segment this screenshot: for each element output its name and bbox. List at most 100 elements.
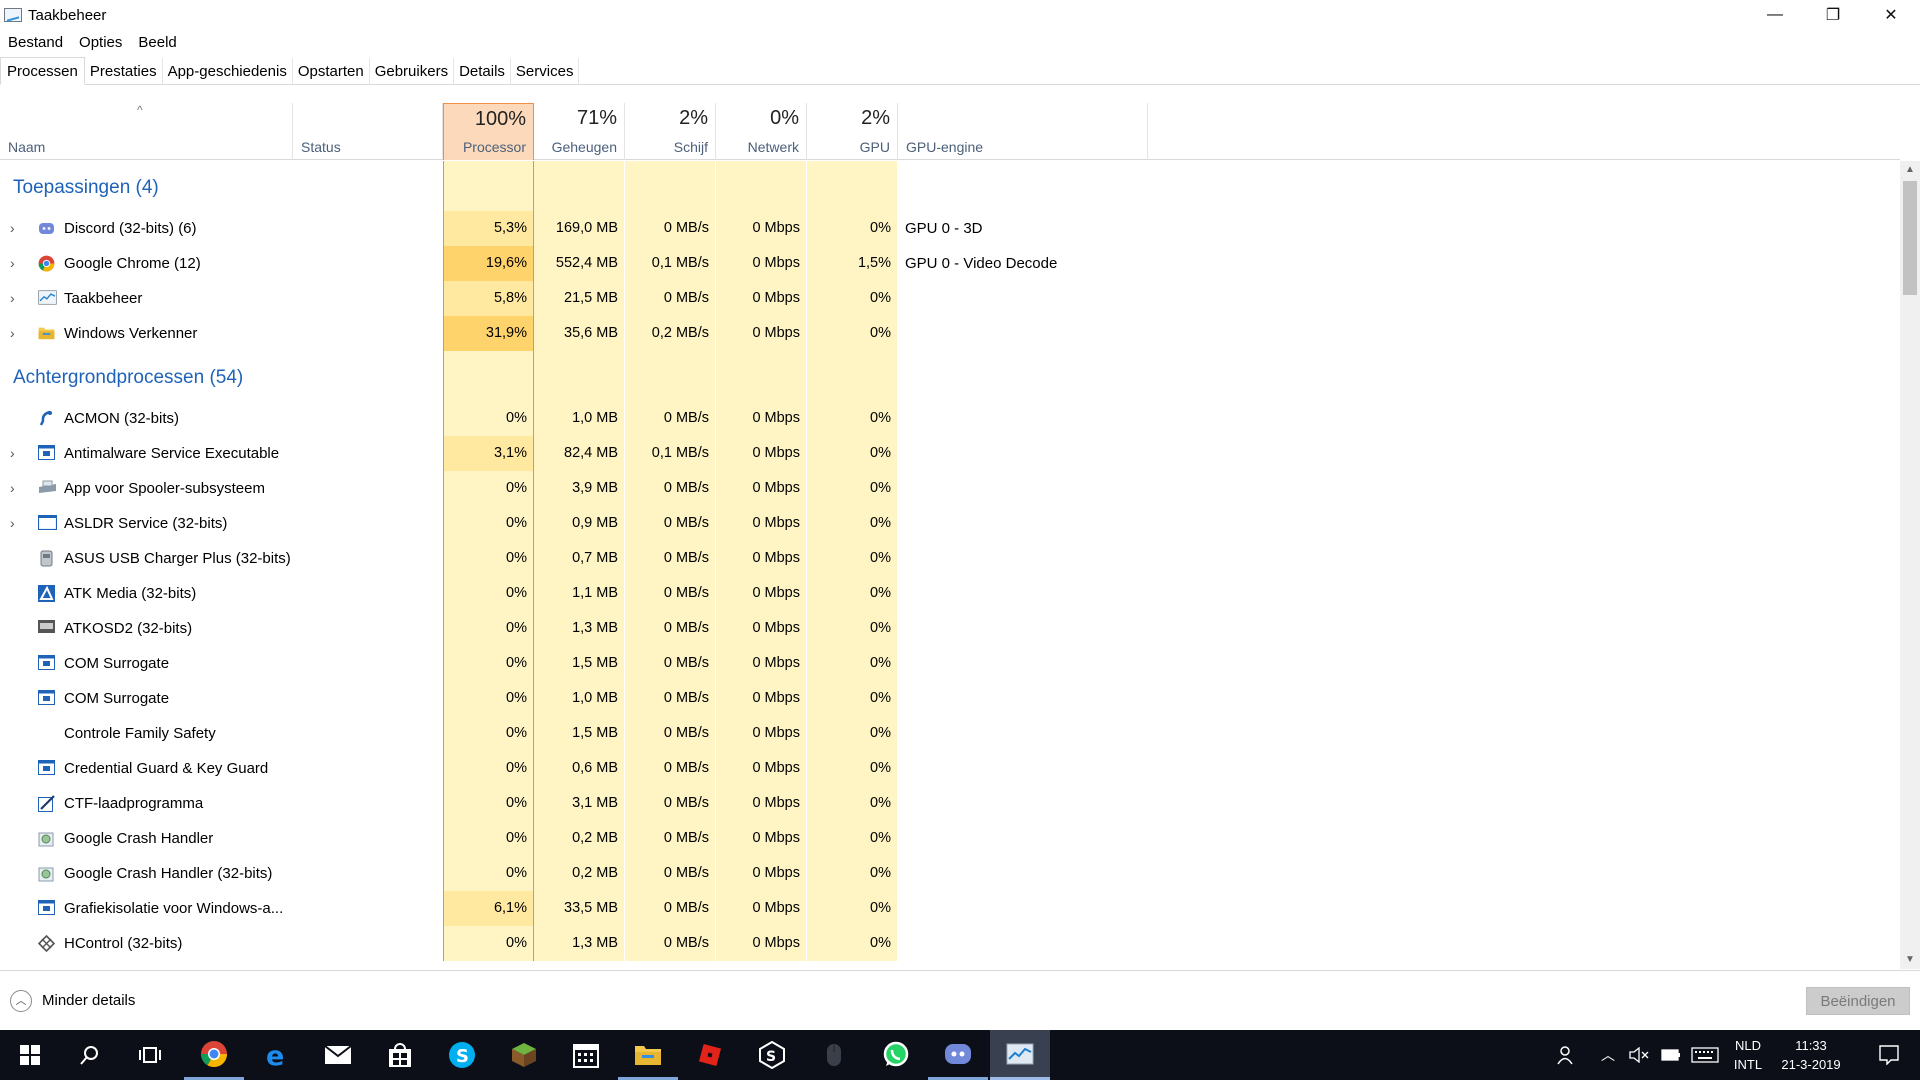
footer-bar: ︿ Minder details Beëindigen bbox=[0, 970, 1920, 1030]
menu-bestand[interactable]: Bestand bbox=[0, 34, 71, 51]
atk-media-icon bbox=[38, 585, 55, 602]
process-row[interactable]: › Discord (32-bits) (6) 5,3% 169,0 MB 0 MB/s… bbox=[0, 211, 1900, 246]
process-name: HControl (32-bits) bbox=[64, 935, 183, 952]
column-header-geheugen[interactable]: 71% Geheugen bbox=[534, 103, 625, 160]
notification-icon[interactable] bbox=[1866, 1030, 1912, 1080]
process-row[interactable]: ATKOSD2 (32-bits) 0% 1,3 MB 0 MB/s 0 Mbps 0% bbox=[0, 611, 1900, 646]
cryptic-app-icon[interactable]: S bbox=[742, 1030, 802, 1080]
process-cpu: 6,1% bbox=[493, 900, 527, 916]
system-clock[interactable]: 11:33 21-3-2019 bbox=[1774, 1036, 1848, 1074]
battery-icon[interactable] bbox=[1656, 1030, 1686, 1080]
tab-services[interactable]: Services bbox=[511, 58, 580, 84]
tab-opstarten[interactable]: Opstarten bbox=[293, 58, 370, 84]
process-cpu: 0% bbox=[506, 515, 527, 531]
scrollbar-thumb[interactable] bbox=[1903, 181, 1917, 295]
keyboard-icon[interactable] bbox=[1688, 1030, 1722, 1080]
process-row[interactable]: › Antimalware Service Executable 3,1% 82,4 … bbox=[0, 436, 1900, 471]
skype-icon[interactable]: S bbox=[432, 1030, 492, 1080]
vertical-scrollbar[interactable]: ▲ ▼ bbox=[1900, 161, 1920, 969]
scroll-down-icon[interactable]: ▼ bbox=[1900, 951, 1920, 969]
expand-chevron-icon[interactable]: › bbox=[10, 316, 15, 351]
chevron-up-icon[interactable]: ︿ bbox=[1596, 1030, 1620, 1080]
column-header-name[interactable]: ^ Naam bbox=[0, 103, 293, 160]
process-row[interactable]: CTF-laadprogramma 0% 3,1 MB 0 MB/s 0 Mbps 0% bbox=[0, 786, 1900, 821]
process-row[interactable]: › Windows Verkenner 31,9% 35,6 MB 0,2 MB/s 0 … bbox=[0, 316, 1900, 351]
process-row[interactable]: ATK Media (32-bits) 0% 1,1 MB 0 MB/s 0 Mbps 0… bbox=[0, 576, 1900, 611]
column-header-row: ^ Naam Status 100% Processor 71% Geheuge… bbox=[0, 103, 1900, 160]
process-row[interactable]: ASUS USB Charger Plus (32-bits) 0% 0,7 MB 0… bbox=[0, 541, 1900, 576]
folder-icon bbox=[38, 325, 55, 342]
process-row[interactable]: › App voor Spooler-subsysteem 0% 3,9 MB 0 MB… bbox=[0, 471, 1900, 506]
tab-prestaties[interactable]: Prestaties bbox=[85, 58, 163, 84]
process-row[interactable]: COM Surrogate 0% 1,0 MB 0 MB/s 0 Mbps 0% bbox=[0, 681, 1900, 716]
process-row[interactable]: Credential Guard & Key Guard 0% 0,6 MB 0 MB… bbox=[0, 751, 1900, 786]
restore-button[interactable]: ❐ bbox=[1804, 0, 1862, 30]
process-disk: 0 MB/s bbox=[663, 550, 709, 566]
roblox-icon[interactable] bbox=[680, 1030, 740, 1080]
process-row[interactable]: COM Surrogate 0% 1,5 MB 0 MB/s 0 Mbps 0% bbox=[0, 646, 1900, 681]
chrome-icon[interactable] bbox=[184, 1030, 244, 1080]
edge-icon[interactable]: e bbox=[246, 1030, 306, 1080]
column-header-processor[interactable]: 100% Processor bbox=[443, 103, 534, 160]
process-row[interactable]: › Taakbeheer 5,8% 21,5 MB 0 MB/s 0 Mbps 0% bbox=[0, 281, 1900, 316]
tab-processen[interactable]: Processen bbox=[0, 57, 85, 85]
expand-chevron-icon[interactable]: › bbox=[10, 471, 15, 506]
expand-chevron-icon[interactable]: › bbox=[10, 281, 15, 316]
task-view-icon[interactable] bbox=[120, 1030, 180, 1080]
taskmanager-icon[interactable] bbox=[990, 1030, 1050, 1080]
process-row[interactable]: Grafiekisolatie voor Windows-a... 6,1% 33,… bbox=[0, 891, 1900, 926]
search-icon[interactable] bbox=[60, 1030, 120, 1080]
volume-muted-icon[interactable] bbox=[1624, 1030, 1654, 1080]
process-row[interactable]: Google Crash Handler 0% 0,2 MB 0 MB/s 0 Mbps… bbox=[0, 821, 1900, 856]
sort-ascending-icon: ^ bbox=[137, 103, 143, 117]
process-gpu: 0% bbox=[870, 515, 891, 531]
whatsapp-icon[interactable] bbox=[866, 1030, 926, 1080]
group-header[interactable]: Achtergrondprocessen (54) bbox=[0, 351, 1900, 401]
people-icon[interactable] bbox=[1552, 1030, 1582, 1080]
process-gpu: 0% bbox=[870, 585, 891, 601]
menu-beeld[interactable]: Beeld bbox=[130, 34, 184, 51]
expand-chevron-icon[interactable]: › bbox=[10, 436, 15, 471]
menu-opties[interactable]: Opties bbox=[71, 34, 130, 51]
process-row[interactable]: ACMON (32-bits) 0% 1,0 MB 0 MB/s 0 Mbps 0% bbox=[0, 401, 1900, 436]
mail-icon[interactable] bbox=[308, 1030, 368, 1080]
less-details-link[interactable]: Minder details bbox=[42, 992, 135, 1009]
expand-chevron-icon[interactable]: › bbox=[10, 211, 15, 246]
process-row[interactable]: › ASLDR Service (32-bits) 0% 0,9 MB 0 MB/s 0 … bbox=[0, 506, 1900, 541]
tab-gebruikers[interactable]: Gebruikers bbox=[370, 58, 455, 84]
column-header-status[interactable]: Status bbox=[293, 103, 443, 160]
tab-app-geschiedenis[interactable]: App-geschiedenis bbox=[163, 58, 293, 84]
process-row[interactable]: Google Crash Handler (32-bits) 0% 0,2 MB 0 … bbox=[0, 856, 1900, 891]
file-explorer-icon[interactable] bbox=[618, 1030, 678, 1080]
process-name: COM Surrogate bbox=[64, 690, 170, 707]
mouse-icon[interactable] bbox=[804, 1030, 864, 1080]
column-header-gpu-engine[interactable]: GPU-engine bbox=[898, 103, 1148, 160]
column-header-gpu[interactable]: 2% GPU bbox=[807, 103, 898, 160]
close-button[interactable]: ✕ bbox=[1862, 0, 1920, 30]
process-gpu: 1,5% bbox=[857, 255, 891, 271]
process-row[interactable]: › Google Chrome (12) 19,6% 552,4 MB 0,1 MB/s… bbox=[0, 246, 1900, 281]
service-icon bbox=[38, 655, 55, 672]
expand-chevron-icon[interactable]: › bbox=[10, 506, 15, 541]
minecraft-icon[interactable] bbox=[494, 1030, 554, 1080]
process-gpu-engine: GPU 0 - Video Decode bbox=[905, 255, 1058, 272]
language-indicator[interactable]: NLD INTL bbox=[1728, 1036, 1768, 1074]
net-cell-bg bbox=[716, 351, 807, 401]
process-mem: 21,5 MB bbox=[564, 290, 618, 306]
tab-details[interactable]: Details bbox=[454, 58, 511, 84]
process-row[interactable]: HControl (32-bits) 0% 1,3 MB 0 MB/s 0 Mbps 0% bbox=[0, 926, 1900, 961]
process-gpu: 0% bbox=[870, 900, 891, 916]
discord-icon[interactable] bbox=[928, 1030, 988, 1080]
column-header-netwerk[interactable]: 0% Netwerk bbox=[716, 103, 807, 160]
process-row[interactable]: Controle Family Safety 0% 1,5 MB 0 MB/s 0 Mb… bbox=[0, 716, 1900, 751]
group-header[interactable]: Toepassingen (4) bbox=[0, 161, 1900, 211]
collapse-details-icon[interactable]: ︿ bbox=[10, 990, 32, 1012]
expand-chevron-icon[interactable]: › bbox=[10, 246, 15, 281]
scroll-up-icon[interactable]: ▲ bbox=[1900, 161, 1920, 179]
calendar-icon[interactable] bbox=[556, 1030, 616, 1080]
column-header-schijf[interactable]: 2% Schijf bbox=[625, 103, 716, 160]
start-icon[interactable] bbox=[0, 1030, 60, 1080]
end-task-button[interactable]: Beëindigen bbox=[1806, 987, 1910, 1015]
store-icon[interactable] bbox=[370, 1030, 430, 1080]
minimize-button[interactable]: — bbox=[1746, 0, 1804, 30]
